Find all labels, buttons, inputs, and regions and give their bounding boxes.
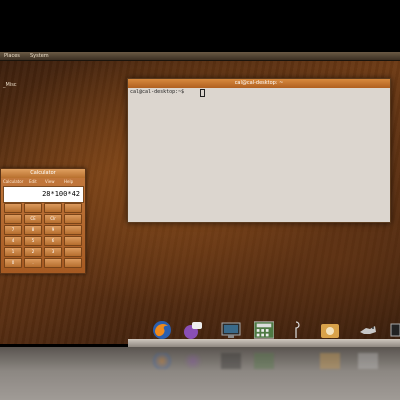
calculator-key[interactable] xyxy=(44,203,62,213)
calculator-key[interactable] xyxy=(24,203,42,213)
firefox-icon-reflection xyxy=(152,353,172,369)
calculator-key[interactable]: CE xyxy=(24,214,42,224)
calculator-expression: 28*100*42 xyxy=(42,190,80,198)
terminal-prompt: cal@cal-desktop:~$ xyxy=(130,89,185,95)
monitor-icon[interactable] xyxy=(221,320,241,340)
calculator-key[interactable] xyxy=(64,203,82,213)
calculator-key[interactable]: 2 xyxy=(24,247,42,257)
chat-icon[interactable] xyxy=(183,320,203,340)
monitor-icon-reflection xyxy=(221,353,241,369)
calculator-key[interactable] xyxy=(4,214,22,224)
terminal-cursor xyxy=(200,89,205,97)
calculator-key[interactable]: 8 xyxy=(24,225,42,235)
pin-icon[interactable] xyxy=(290,320,302,340)
menu-view[interactable]: View xyxy=(45,178,55,185)
calculator-key[interactable] xyxy=(64,258,82,268)
calculator-key[interactable]: 9 xyxy=(44,225,62,235)
gnu-icon[interactable] xyxy=(358,320,378,340)
calculator-key[interactable]: 5 xyxy=(24,236,42,246)
calculator-key[interactable]: 6 xyxy=(44,236,62,246)
calculator-key[interactable]: 7 xyxy=(4,225,22,235)
calculator-menubar: Calculator Edit View Help xyxy=(1,178,85,185)
chat-icon-reflection xyxy=(183,353,203,369)
calculator-key[interactable]: 1 xyxy=(4,247,22,257)
system-menu[interactable]: System xyxy=(30,52,49,60)
terminal-title: cal@cal-desktop: ~ xyxy=(234,80,284,86)
calculator-key[interactable]: 3 xyxy=(44,247,62,257)
calculator-window[interactable]: Calculator Calculator Edit View Help 28*… xyxy=(0,168,86,274)
menu-calculator[interactable]: Calculator xyxy=(3,178,23,185)
menu-edit[interactable]: Edit xyxy=(29,178,37,185)
disk-icon-reflection xyxy=(320,353,340,369)
top-black-band xyxy=(0,0,400,52)
terminal-window[interactable]: cal@cal-desktop: ~ cal@cal-desktop:~$ xyxy=(127,78,391,223)
gnu-icon-reflection xyxy=(358,353,378,369)
top-panel: Places System xyxy=(0,52,400,61)
calculator-key[interactable] xyxy=(64,236,82,246)
terminal-icon[interactable] xyxy=(390,320,400,340)
calculator-key[interactable] xyxy=(64,214,82,224)
calculator-title: Calculator xyxy=(30,170,56,176)
terminal-titlebar[interactable]: cal@cal-desktop: ~ xyxy=(128,79,390,88)
dock-shelf xyxy=(128,339,400,347)
calculator-key[interactable]: Clr xyxy=(44,214,62,224)
calculator-app-icon[interactable] xyxy=(254,320,274,340)
menu-help[interactable]: Help xyxy=(64,178,73,185)
calculator-key[interactable] xyxy=(64,247,82,257)
calculator-key[interactable]: 0 xyxy=(4,258,22,268)
calculator-key[interactable]: . xyxy=(24,258,42,268)
places-menu[interactable]: Places xyxy=(4,52,20,60)
terminal-body[interactable]: cal@cal-desktop:~$ xyxy=(128,88,390,222)
calculator-key[interactable] xyxy=(4,203,22,213)
calculator-app-icon-reflection xyxy=(254,353,274,369)
disk-icon[interactable] xyxy=(320,320,340,340)
calculator-key[interactable] xyxy=(64,225,82,235)
firefox-icon[interactable] xyxy=(152,320,172,340)
calculator-key[interactable]: 4 xyxy=(4,236,22,246)
calculator-titlebar[interactable]: Calculator xyxy=(1,169,85,178)
calculator-key[interactable] xyxy=(44,258,62,268)
calculator-display: 28*100*42 xyxy=(3,186,84,203)
desktop-icon-label[interactable]: _Misc xyxy=(3,82,17,88)
calculator-keypad: CE Clr 7 8 9 4 5 6 1 2 3 0. xyxy=(1,203,85,271)
